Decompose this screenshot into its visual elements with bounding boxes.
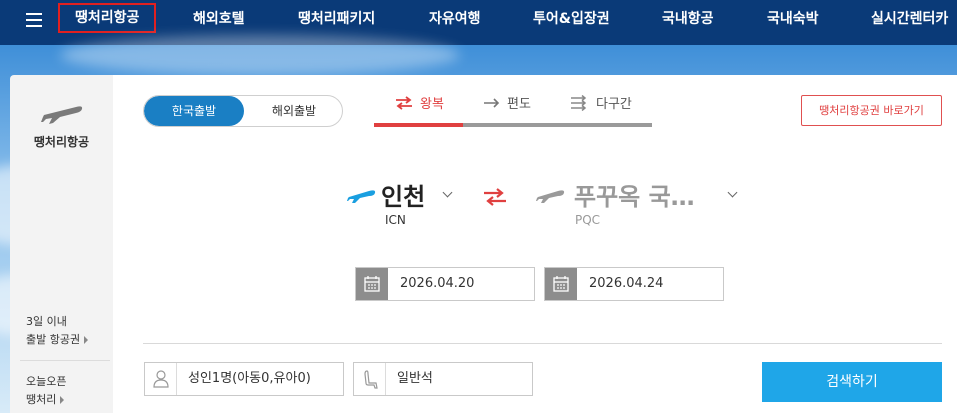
nav-item-rentacar[interactable]: 실시간렌터카	[871, 0, 948, 40]
origin-selector[interactable]: 인천 ICN	[347, 177, 426, 227]
tab-one-way-label: 편도	[507, 97, 531, 112]
sidebar-divider	[20, 360, 110, 361]
promo-today-open[interactable]: 오늘오픈 땡처리	[26, 373, 66, 409]
arrival-plane-icon	[536, 189, 565, 203]
tab-indicator-track	[463, 123, 652, 127]
tab-multi-city-label: 다구간	[596, 97, 632, 112]
toggle-overseas-departure[interactable]: 해외출발	[244, 96, 342, 126]
round-trip-icon	[396, 95, 412, 110]
promo-today-line2: 땡처리	[26, 393, 57, 406]
arrow-right-icon	[484, 97, 500, 108]
depart-date-field[interactable]: 2026.04.20	[355, 267, 535, 301]
passenger-field[interactable]: 성인1명(아동0,유아0)	[144, 362, 344, 396]
nav-item-hotels[interactable]: 해외호텔	[193, 0, 245, 40]
return-date-field[interactable]: 2026.04.24	[544, 267, 724, 301]
sidebar-brand-label: 땡처리항공	[33, 135, 90, 149]
section-divider	[143, 343, 942, 344]
departure-toggle: 한국출발 해외출발	[143, 95, 343, 127]
origin-code: ICN	[385, 213, 406, 227]
nav-item-free-travel[interactable]: 자유여행	[429, 0, 481, 40]
swap-icon[interactable]	[482, 187, 508, 207]
origin-city: 인천	[381, 183, 426, 211]
calendar-icon	[545, 268, 577, 300]
destination-city: 푸꾸옥 국…	[574, 183, 695, 211]
departure-plane-icon	[347, 189, 376, 203]
search-button[interactable]: 검색하기	[762, 362, 942, 402]
promo-3day-line1: 3일 이내	[26, 315, 67, 328]
destination-selector[interactable]: 푸꾸옥 국… PQC	[536, 177, 695, 227]
flight-shortcut-button[interactable]: 땡처리항공권 바로가기	[801, 95, 942, 126]
tab-round-trip-label: 왕복	[420, 97, 444, 112]
promo-today-line1: 오늘오픈	[26, 375, 67, 388]
nav-item-domestic-stay[interactable]: 국내숙박	[767, 0, 819, 40]
nav-item-tours[interactable]: 투어&입장권	[533, 0, 610, 40]
tab-round-trip[interactable]: 왕복	[394, 93, 444, 127]
tab-multi-city[interactable]: 다구간	[570, 93, 632, 127]
calendar-icon	[356, 268, 388, 300]
promo-3day-line2: 출발 항공권	[26, 333, 81, 346]
chevron-down-icon[interactable]	[727, 187, 738, 198]
multi-city-icon	[571, 94, 587, 111]
seat-icon	[354, 363, 386, 395]
person-icon	[145, 363, 177, 395]
tab-indicator-active	[374, 123, 463, 127]
menu-icon[interactable]	[26, 13, 42, 27]
nav-item-domestic-flights[interactable]: 국내항공	[662, 0, 714, 40]
chevron-down-icon[interactable]	[442, 187, 453, 198]
sidebar: 땡처리항공 3일 이내 출발 항공권 오늘오픈 땡처리	[10, 75, 113, 413]
nav-item-flights[interactable]: 땡처리항공	[58, 3, 157, 33]
cabin-class-value: 일반석	[397, 371, 433, 386]
return-date-value: 2026.04.24	[589, 276, 664, 291]
tab-one-way[interactable]: 편도	[483, 93, 531, 127]
airplane-icon	[41, 106, 83, 124]
passenger-value: 성인1명(아동0,유아0)	[188, 371, 311, 386]
depart-date-value: 2026.04.20	[400, 276, 475, 291]
arrow-right-icon	[60, 396, 65, 404]
nav-item-packages[interactable]: 땡처리패키지	[298, 0, 375, 40]
flight-search-card: 한국출발 해외출발 왕복 편도 다구간 땡처리항공권 바로가기 인천 ICN 푸…	[113, 75, 957, 413]
toggle-korea-departure[interactable]: 한국출발	[144, 96, 244, 126]
destination-code: PQC	[575, 213, 601, 227]
promo-3day[interactable]: 3일 이내 출발 항공권	[26, 313, 89, 349]
cabin-class-field[interactable]: 일반석	[353, 362, 533, 396]
arrow-right-icon	[84, 336, 89, 344]
